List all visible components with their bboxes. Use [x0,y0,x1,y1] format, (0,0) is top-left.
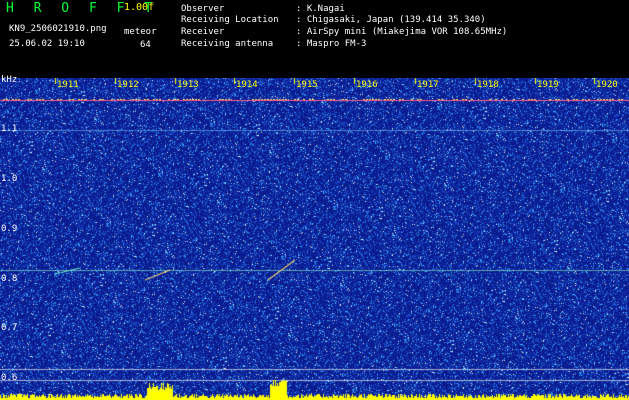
location-label: Receiving Location [181,15,279,25]
y-tick-label: 1.0 [1,174,18,184]
x-tick-label: 1918 [477,80,499,90]
observer-value: : K.Nagai [296,4,345,14]
mode-label: meteor [124,27,157,37]
datetime-label: 25.06.02 19:10 [9,39,85,49]
x-tick-label: 1917 [417,80,439,90]
receiver-value: : AirSpy mini (Miakejima VOR 108.65MHz) [296,27,508,37]
spectrogram-canvas [0,78,629,400]
x-tick-label: 1916 [356,80,378,90]
mode-value: 64 [140,40,151,50]
antenna-label: Receiving antenna [181,39,274,49]
y-tick-label: 0.9 [1,224,18,234]
y-tick-label: 1.1 [1,124,18,134]
antenna-value: : Maspro FM-3 [296,39,367,49]
y-tick-label: 0.7 [1,323,18,333]
x-tick-label: 1914 [236,80,258,90]
x-tick-label: 1915 [296,80,318,90]
y-tick-label: 0.8 [1,274,18,284]
location-value: : Chigasaki, Japan (139.414 35.340) [296,15,486,25]
x-tick-label: 1912 [117,80,139,90]
version-label: 1.00f [124,2,155,13]
x-tick-label: 1920 [596,80,618,90]
header-panel: H R O F F T 1.00f KN9_2506021910.png 25.… [0,0,629,78]
filename-label: KN9_2506021910.png [9,24,107,34]
y-tick-label: 0.6 [1,373,18,383]
observer-label: Observer [181,4,225,14]
x-tick-label: 1913 [177,80,199,90]
x-tick-label: 1919 [537,80,559,90]
receiver-label: Receiver [181,27,225,37]
y-axis-unit: kHz [1,75,18,85]
x-tick-label: 1911 [57,80,79,90]
